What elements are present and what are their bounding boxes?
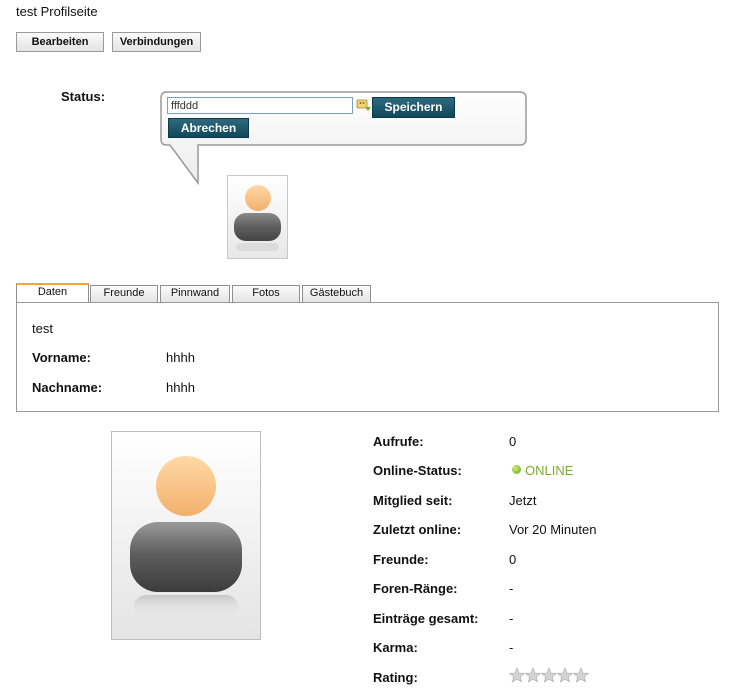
status-label: Status: xyxy=(61,89,106,104)
total-posts-value: - xyxy=(509,611,514,626)
user-avatar-icon xyxy=(234,185,281,251)
profile-avatar xyxy=(111,431,261,640)
tab-panel xyxy=(16,302,719,412)
star-icon[interactable] xyxy=(525,667,541,683)
forum-ranks-value: - xyxy=(509,581,514,596)
status-input[interactable] xyxy=(167,97,353,114)
emoticon-icon[interactable] xyxy=(356,98,372,113)
user-avatar-icon xyxy=(130,456,242,619)
last-online-label: Zuletzt online: xyxy=(373,522,462,537)
views-value: 0 xyxy=(509,434,517,449)
friends-value: 0 xyxy=(509,552,517,567)
star-icon[interactable] xyxy=(509,667,525,683)
online-status-text: ONLINE xyxy=(525,463,574,478)
save-button[interactable]: Speichern xyxy=(372,97,455,118)
online-status-value: ONLINE xyxy=(512,463,573,478)
edit-button[interactable]: Bearbeiten xyxy=(16,32,104,52)
cancel-button[interactable]: Abrechen xyxy=(168,118,249,138)
first-name-label: Vorname: xyxy=(32,350,91,365)
forum-ranks-label: Foren-Ränge: xyxy=(373,581,458,596)
connections-button[interactable]: Verbindungen xyxy=(112,32,201,52)
karma-label: Karma: xyxy=(373,640,418,655)
star-icon[interactable] xyxy=(557,667,573,683)
tab-freunde[interactable]: Freunde xyxy=(90,285,158,302)
karma-value: - xyxy=(509,640,514,655)
friends-label: Freunde: xyxy=(373,552,429,567)
tab-gaestebuch[interactable]: Gästebuch xyxy=(302,285,371,302)
member-since-value: Jetzt xyxy=(509,493,537,508)
views-label: Aufrufe: xyxy=(373,434,424,449)
tab-fotos[interactable]: Fotos xyxy=(232,285,300,302)
profile-name: test xyxy=(32,321,53,336)
star-icon[interactable] xyxy=(541,667,557,683)
online-status-label: Online-Status: xyxy=(373,463,462,478)
star-icon[interactable] xyxy=(573,667,589,683)
last-name-label: Nachname: xyxy=(32,380,103,395)
member-since-label: Mitglied seit: xyxy=(373,493,453,508)
tab-daten[interactable]: Daten xyxy=(16,283,89,303)
tab-pinnwand[interactable]: Pinnwand xyxy=(160,285,230,302)
rating-stars[interactable] xyxy=(509,667,589,684)
total-posts-label: Einträge gesamt: xyxy=(373,611,479,626)
last-online-value: Vor 20 Minuten xyxy=(509,522,597,537)
rating-label: Rating: xyxy=(373,670,418,685)
page-title: test Profilseite xyxy=(16,4,98,19)
online-dot-icon xyxy=(512,465,521,474)
small-avatar xyxy=(227,175,288,259)
first-name-value: hhhh xyxy=(166,350,195,365)
last-name-value: hhhh xyxy=(166,380,195,395)
